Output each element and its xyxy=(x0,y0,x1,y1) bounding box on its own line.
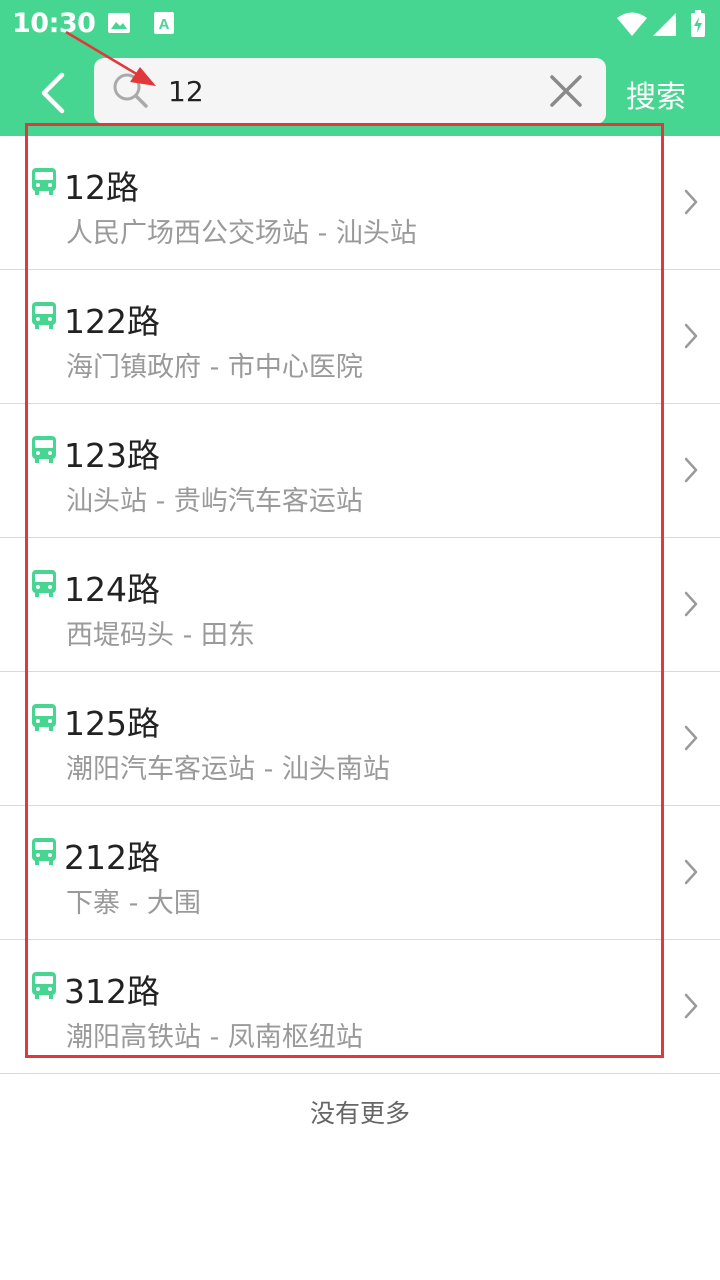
bus-icon xyxy=(30,166,58,200)
chevron-right-icon xyxy=(683,590,699,622)
route-item[interactable]: 124路 西堤码头 - 田东 xyxy=(0,538,720,672)
route-stops: 潮阳汽车客运站 - 汕头南站 xyxy=(66,754,390,785)
chevron-right-icon xyxy=(683,322,699,354)
bus-icon xyxy=(30,970,58,1004)
route-item[interactable]: 122路 海门镇政府 - 市中心医院 xyxy=(0,270,720,404)
route-item[interactable]: 312路 潮阳高铁站 - 凤南枢纽站 xyxy=(0,940,720,1074)
route-stops: 潮阳高铁站 - 凤南枢纽站 xyxy=(66,1022,363,1053)
search-input[interactable] xyxy=(168,58,538,124)
route-name: 123路 xyxy=(64,436,160,475)
chevron-right-icon xyxy=(683,858,699,890)
wifi-icon xyxy=(616,12,648,42)
bus-icon xyxy=(30,434,58,468)
search-icon xyxy=(112,72,150,114)
route-stops: 西堤码头 - 田东 xyxy=(66,620,255,651)
bus-icon xyxy=(30,702,58,736)
chevron-right-icon xyxy=(683,188,699,220)
route-list: 12路 人民广场西公交场站 - 汕头站 122路 海门镇政府 - 市中心医院 1… xyxy=(0,136,720,1074)
route-item[interactable]: 123路 汕头站 - 贵屿汽车客运站 xyxy=(0,404,720,538)
search-box[interactable] xyxy=(94,58,606,124)
svg-text:A: A xyxy=(159,16,170,33)
no-more-text: 没有更多 xyxy=(309,1099,410,1128)
search-header: 搜索 xyxy=(0,50,720,136)
signal-icon xyxy=(652,12,678,42)
bus-icon xyxy=(30,836,58,870)
search-button[interactable]: 搜索 xyxy=(626,72,686,116)
status-bar: 10:30 A xyxy=(0,0,720,50)
bus-icon xyxy=(30,568,58,602)
clear-button[interactable] xyxy=(548,73,584,109)
route-item[interactable]: 212路 下寨 - 大围 xyxy=(0,806,720,940)
route-name: 124路 xyxy=(64,570,160,609)
back-button[interactable] xyxy=(30,70,76,116)
route-item[interactable]: 125路 潮阳汽车客运站 - 汕头南站 xyxy=(0,672,720,806)
route-stops: 人民广场西公交场站 - 汕头站 xyxy=(66,218,417,249)
route-item[interactable]: 12路 人民广场西公交场站 - 汕头站 xyxy=(0,136,720,270)
chevron-right-icon xyxy=(683,724,699,756)
route-stops: 汕头站 - 贵屿汽车客运站 xyxy=(66,486,363,517)
chevron-right-icon xyxy=(683,456,699,488)
a-app-icon: A xyxy=(152,10,176,40)
route-stops: 下寨 - 大围 xyxy=(66,888,201,919)
battery-charging-icon xyxy=(690,10,706,42)
close-icon xyxy=(550,75,582,107)
route-name: 122路 xyxy=(64,302,160,341)
bus-icon xyxy=(30,300,58,334)
chevron-right-icon xyxy=(683,992,699,1024)
status-time: 10:30 xyxy=(12,8,96,39)
route-name: 12路 xyxy=(64,168,139,207)
route-stops: 海门镇政府 - 市中心医院 xyxy=(66,352,363,383)
route-name: 125路 xyxy=(64,704,160,743)
route-name: 312路 xyxy=(64,972,160,1011)
chevron-left-icon xyxy=(41,72,65,114)
route-name: 212路 xyxy=(64,838,160,877)
image-icon xyxy=(106,10,132,40)
